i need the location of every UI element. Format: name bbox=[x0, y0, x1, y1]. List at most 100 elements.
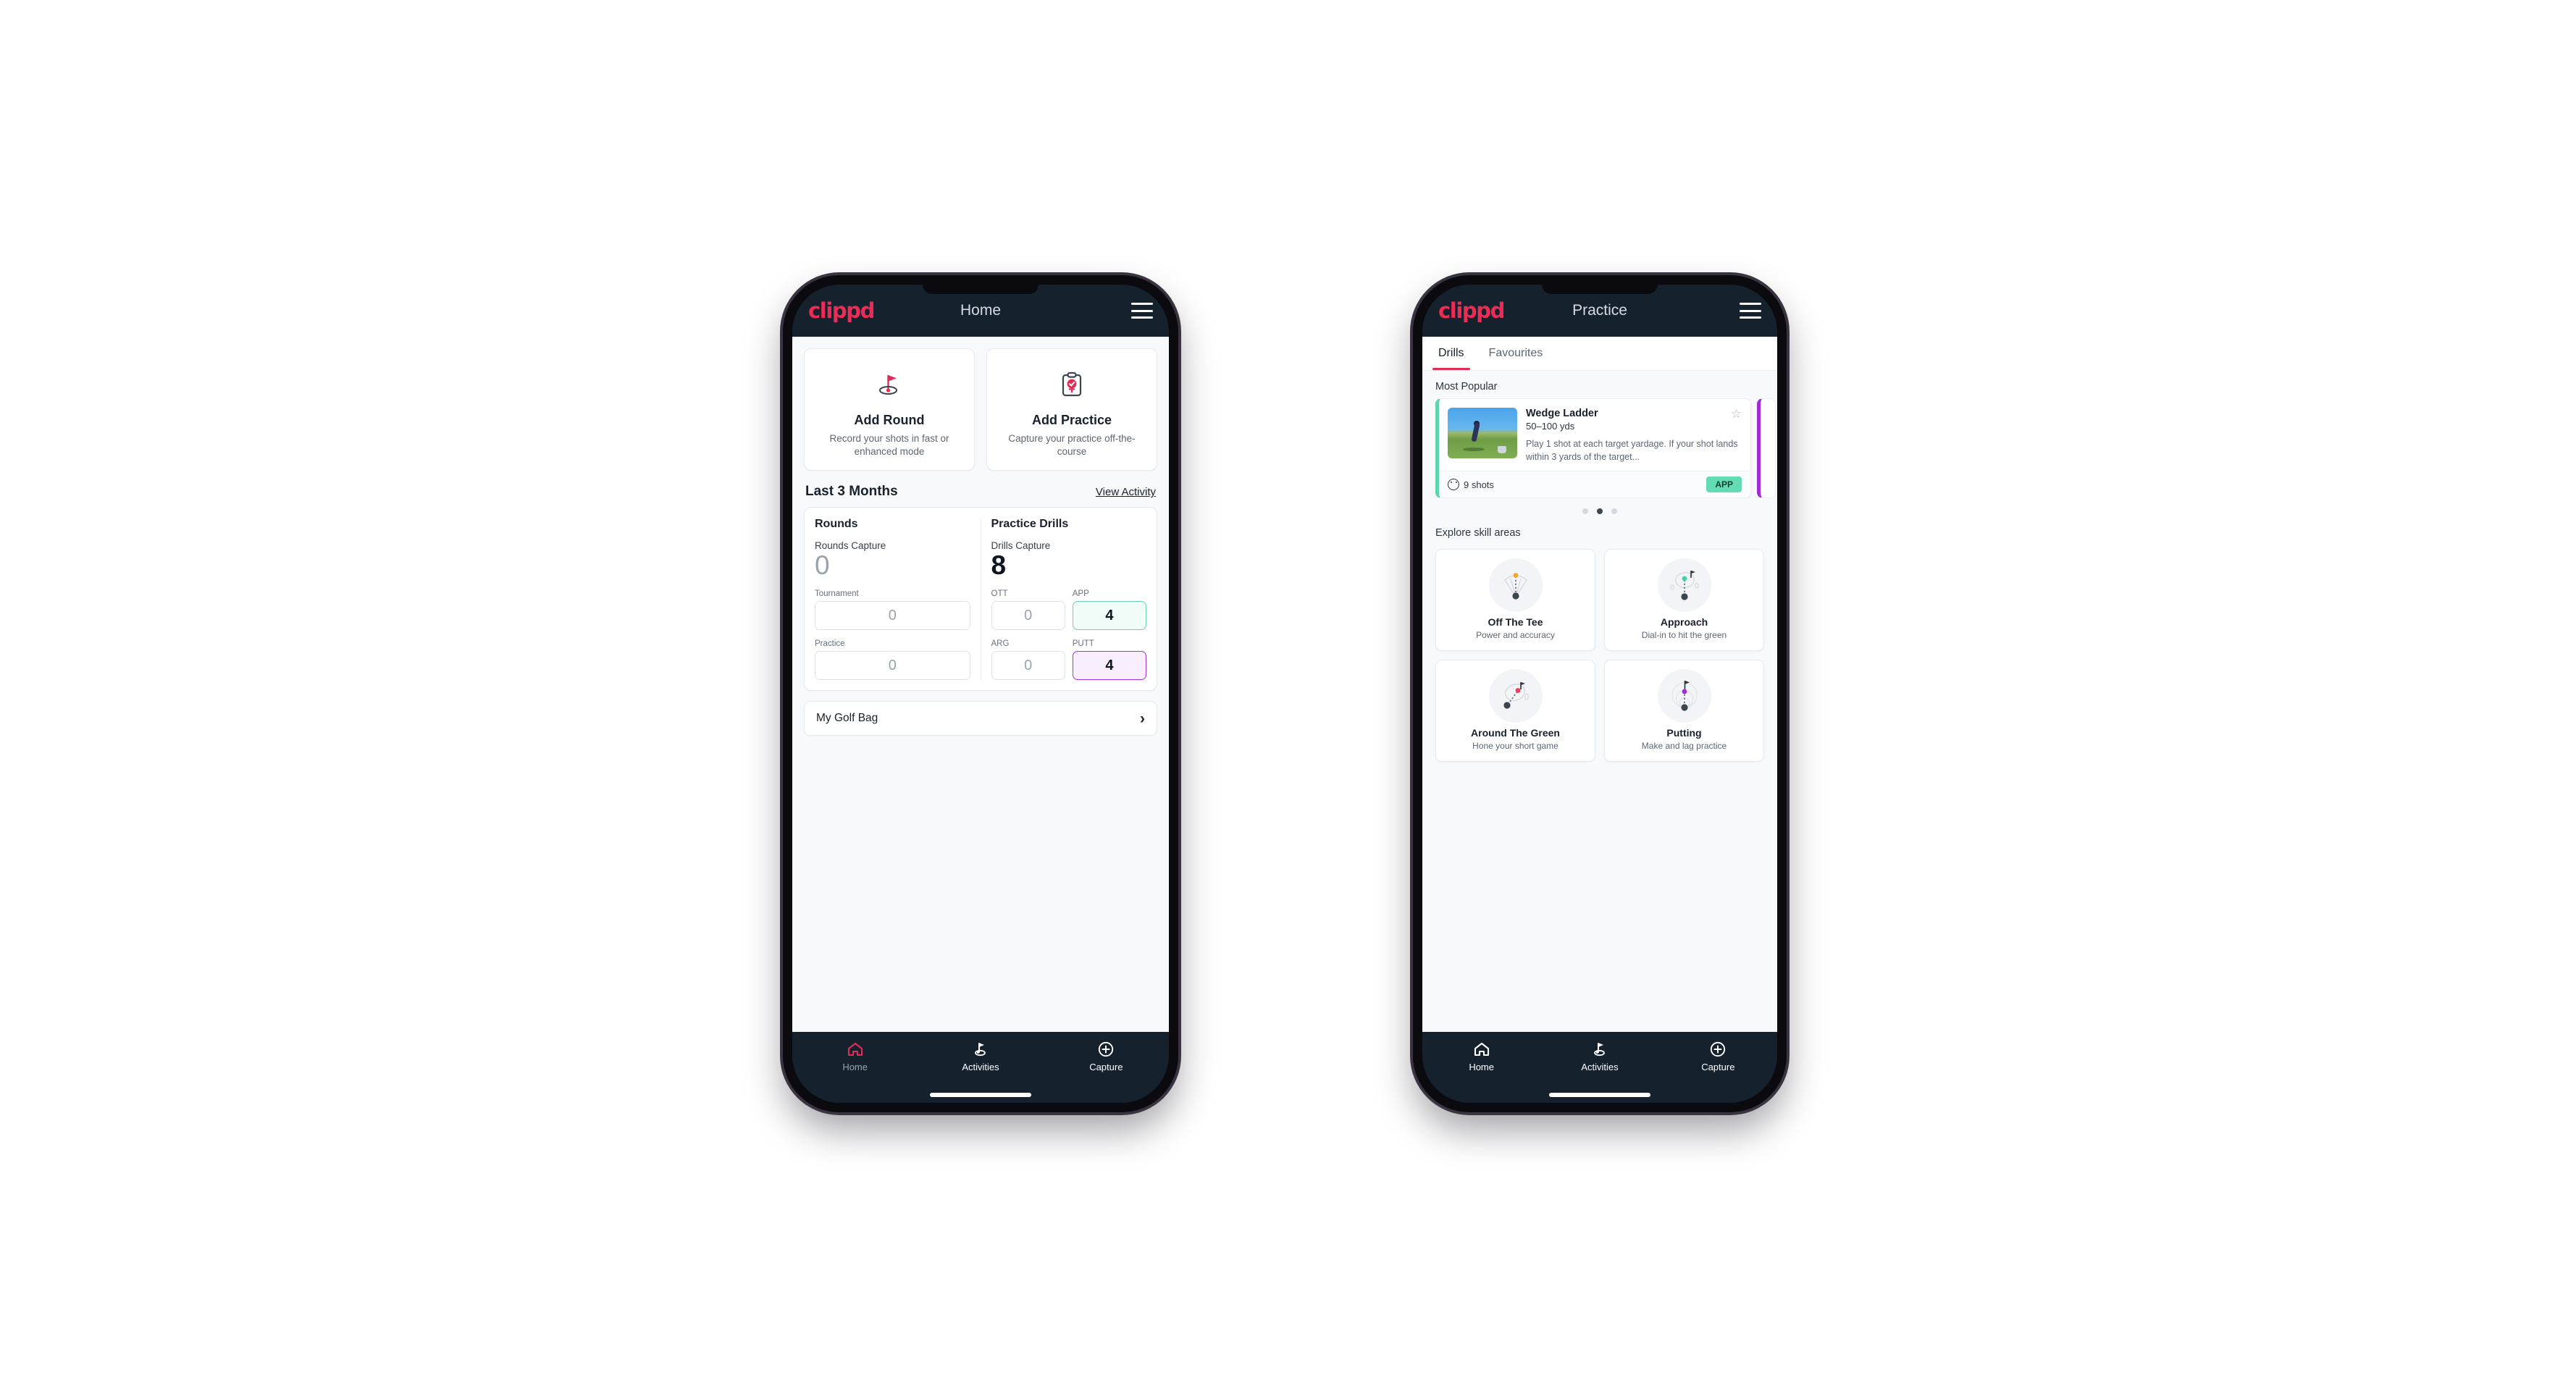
drills-field-label-arg: ARG bbox=[991, 639, 1010, 649]
skill-card-off-the-tee[interactable]: Off The Tee Power and accuracy bbox=[1435, 549, 1595, 652]
carousel-dot-1[interactable] bbox=[1582, 508, 1588, 515]
nav-label-home: Home bbox=[842, 1062, 868, 1072]
drill-carousel[interactable]: Wedge Ladder 50–100 yds ☆ Play 1 shot at… bbox=[1422, 398, 1777, 499]
nav-item-capture[interactable]: Capture bbox=[1044, 1041, 1169, 1072]
carousel-dot-2[interactable] bbox=[1597, 508, 1603, 515]
skill-title: Off The Tee bbox=[1488, 616, 1543, 629]
home-indicator bbox=[1549, 1093, 1650, 1097]
clipboard-check-icon bbox=[994, 364, 1149, 406]
star-outline-icon[interactable]: ☆ bbox=[1731, 408, 1742, 420]
skill-subtitle: Dial-in to hit the green bbox=[1641, 630, 1727, 641]
skill-subtitle: Power and accuracy bbox=[1476, 630, 1555, 641]
home-icon bbox=[1472, 1041, 1491, 1058]
my-golf-bag-label: My Golf Bag bbox=[816, 712, 878, 725]
phone-mockup-home: clippd Home Add Round Record your shots … bbox=[783, 275, 1178, 1112]
golf-flag-icon bbox=[1590, 1041, 1609, 1058]
add-round-card[interactable]: Add Round Record your shots in fast or e… bbox=[804, 348, 975, 471]
nav-item-activities[interactable]: Activities bbox=[1540, 1041, 1658, 1072]
carousel-dot-3[interactable] bbox=[1611, 508, 1617, 515]
drill-category-badge: APP bbox=[1706, 476, 1742, 493]
rounds-capture-value: 0 bbox=[815, 550, 830, 581]
rounds-field-label-tournament: Tournament bbox=[815, 589, 859, 599]
add-practice-card[interactable]: Add Practice Capture your practice off-t… bbox=[986, 348, 1157, 471]
rounds-title: Rounds bbox=[815, 518, 858, 531]
skill-title: Approach bbox=[1660, 616, 1708, 629]
tab-favourites[interactable]: Favourites bbox=[1486, 337, 1546, 370]
rounds-column: Rounds Rounds Capture 0 Tournament 0 Pra… bbox=[815, 518, 981, 681]
section-title: Last 3 Months bbox=[805, 484, 898, 500]
skill-title: Putting bbox=[1666, 727, 1702, 739]
hamburger-icon[interactable] bbox=[1131, 303, 1153, 319]
drills-title: Practice Drills bbox=[991, 518, 1069, 531]
bottom-nav-practice: Home Activities Capture bbox=[1422, 1032, 1777, 1103]
stats-card: Rounds Rounds Capture 0 Tournament 0 Pra… bbox=[804, 507, 1157, 692]
last-3-months-header: Last 3 Months View Activity bbox=[792, 471, 1169, 507]
clippd-logo: clippd bbox=[808, 298, 875, 323]
add-round-subtitle: Record your shots in fast or enhanced mo… bbox=[829, 433, 949, 458]
drills-field-label-ott: OTT bbox=[991, 589, 1008, 599]
nav-item-home[interactable]: Home bbox=[792, 1041, 918, 1072]
drills-capture-label: Drills Capture bbox=[991, 540, 1051, 552]
nav-label-activities: Activities bbox=[1581, 1062, 1619, 1072]
home-screen-body: Add Round Record your shots in fast or e… bbox=[792, 337, 1169, 1032]
drill-description: Play 1 shot at each target yardage. If y… bbox=[1526, 439, 1738, 463]
view-activity-link[interactable]: View Activity bbox=[1096, 486, 1156, 498]
drill-card-next-peek[interactable] bbox=[1757, 398, 1776, 499]
drills-field-label-app: APP bbox=[1072, 589, 1089, 599]
skill-subtitle: Make and lag practice bbox=[1641, 741, 1727, 752]
drill-title: Wedge Ladder bbox=[1526, 408, 1598, 419]
drill-yardage: 50–100 yds bbox=[1526, 421, 1575, 432]
plus-circle-icon bbox=[1096, 1041, 1115, 1058]
phone-mockup-practice: clippd Practice Drills Favourites Most P… bbox=[1413, 275, 1787, 1112]
nav-item-home[interactable]: Home bbox=[1422, 1041, 1540, 1072]
golf-flag-hole-icon bbox=[812, 364, 967, 406]
nav-label-activities: Activities bbox=[962, 1062, 999, 1072]
drills-capture-value: 8 bbox=[991, 550, 1007, 581]
add-round-title: Add Round bbox=[854, 413, 925, 427]
golf-flag-icon bbox=[971, 1041, 990, 1058]
drill-thumbnail-image bbox=[1448, 408, 1517, 458]
drill-shots-label: 9 shots bbox=[1464, 479, 1494, 490]
drill-shots: 9 shots bbox=[1448, 479, 1494, 491]
drills-field-value-arg[interactable]: 0 bbox=[991, 651, 1065, 681]
drill-card-wedge-ladder[interactable]: Wedge Ladder 50–100 yds ☆ Play 1 shot at… bbox=[1435, 398, 1751, 499]
nav-item-activities[interactable]: Activities bbox=[918, 1041, 1043, 1072]
hamburger-icon[interactable] bbox=[1740, 303, 1761, 319]
nav-label-home: Home bbox=[1469, 1062, 1494, 1072]
rounds-field-label-practice: Practice bbox=[815, 639, 845, 649]
drills-field-value-ott[interactable]: 0 bbox=[991, 601, 1065, 631]
quick-actions-row: Add Round Record your shots in fast or e… bbox=[792, 337, 1169, 471]
chip-around-green-icon bbox=[1488, 669, 1543, 723]
rounds-field-value-tournament[interactable]: 0 bbox=[815, 601, 970, 631]
practice-tabs: Drills Favourites bbox=[1422, 337, 1777, 371]
explore-skill-areas-label: Explore skill areas bbox=[1435, 527, 1521, 539]
practice-screen-body: Drills Favourites Most Popular Wedge Lad… bbox=[1422, 337, 1777, 1032]
nav-label-capture: Capture bbox=[1701, 1062, 1735, 1072]
my-golf-bag-row[interactable]: My Golf Bag › bbox=[804, 701, 1157, 736]
skill-subtitle: Hone your short game bbox=[1472, 741, 1558, 752]
putting-rings-icon bbox=[1657, 669, 1711, 723]
home-icon bbox=[846, 1041, 865, 1058]
golf-ball-icon bbox=[1448, 479, 1459, 491]
skill-card-putting[interactable]: Putting Make and lag practice bbox=[1604, 660, 1764, 763]
screenshot-canvas: clippd Home Add Round Record your shots … bbox=[0, 0, 2576, 1386]
skill-card-approach[interactable]: Approach Dial-in to hit the green bbox=[1604, 549, 1764, 652]
add-practice-title: Add Practice bbox=[1031, 413, 1112, 427]
home-indicator bbox=[930, 1093, 1031, 1097]
phone-notch bbox=[1542, 285, 1658, 294]
nav-item-capture[interactable]: Capture bbox=[1659, 1041, 1777, 1072]
green-approach-icon bbox=[1657, 558, 1711, 613]
add-practice-subtitle: Capture your practice off-the-course bbox=[1008, 433, 1136, 458]
skill-areas-grid: Off The Tee Power and accuracy Approach … bbox=[1422, 545, 1777, 763]
clippd-logo: clippd bbox=[1438, 298, 1505, 323]
rounds-field-value-practice[interactable]: 0 bbox=[815, 651, 970, 681]
skill-card-around-the-green[interactable]: Around The Green Hone your short game bbox=[1435, 660, 1595, 763]
chevron-right-icon: › bbox=[1140, 710, 1145, 727]
carousel-dots[interactable] bbox=[1422, 498, 1777, 517]
tee-shot-fan-icon bbox=[1488, 558, 1543, 613]
drills-field-value-putt[interactable]: 4 bbox=[1072, 651, 1146, 681]
tab-drills[interactable]: Drills bbox=[1432, 337, 1470, 370]
plus-circle-icon bbox=[1708, 1041, 1727, 1058]
nav-label-capture: Capture bbox=[1089, 1062, 1123, 1072]
drills-field-value-app[interactable]: 4 bbox=[1072, 601, 1146, 631]
